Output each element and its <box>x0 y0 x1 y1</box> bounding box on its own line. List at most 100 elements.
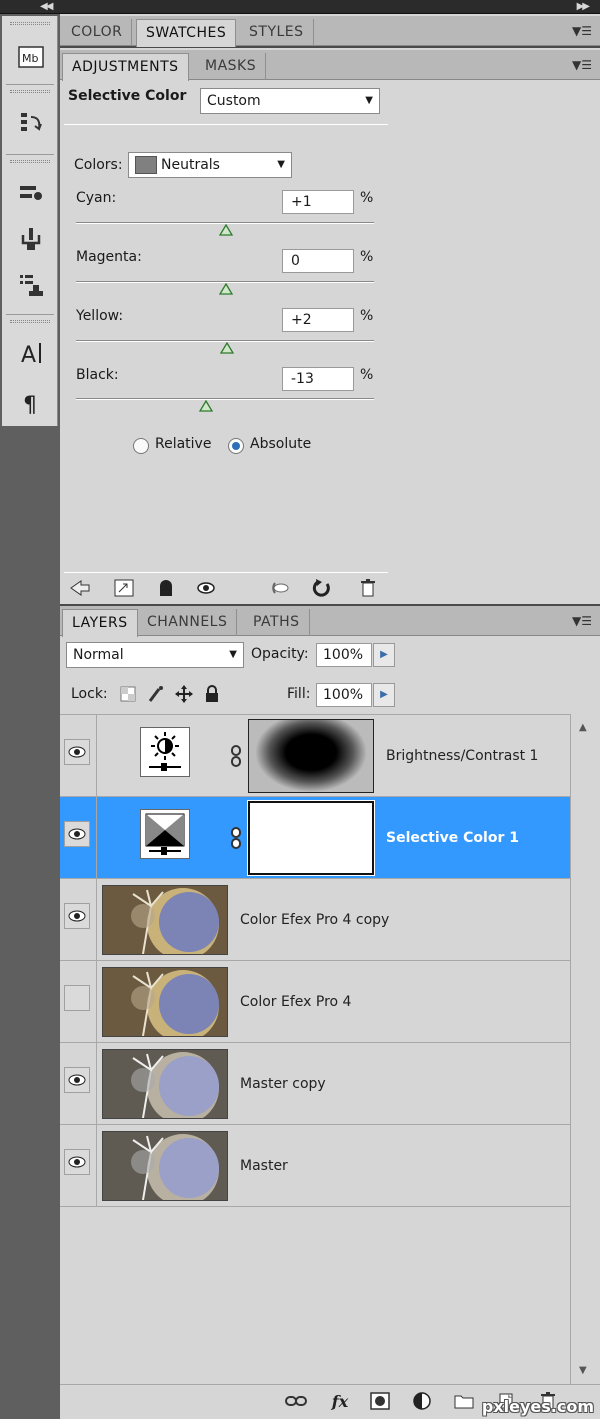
tab-layers[interactable]: LAYERS <box>62 609 138 637</box>
visibility-toggle[interactable] <box>64 739 90 765</box>
eye-icon[interactable] <box>192 576 220 600</box>
tab-channels[interactable]: CHANNELS <box>138 609 238 636</box>
lock-pixels-icon[interactable] <box>144 682 168 706</box>
fill-label: Fill: <box>287 686 311 702</box>
layer-name[interactable]: Master copy <box>240 1076 326 1092</box>
tab-adjustments[interactable]: ADJUSTMENTS <box>62 53 189 81</box>
tab-color[interactable]: COLOR <box>62 19 133 46</box>
lock-all-icon[interactable] <box>200 682 224 706</box>
strip-grip[interactable] <box>10 22 50 25</box>
paragraph-icon[interactable]: ¶ <box>16 388 46 418</box>
svg-text:A: A <box>21 343 36 367</box>
layer-name[interactable]: Color Efex Pro 4 copy <box>240 912 389 928</box>
column-separator <box>96 961 97 1043</box>
layers-panel: LAYERS CHANNELS PATHS ▼☰ Normal ▼ Opacit… <box>60 606 600 1419</box>
layer-mask-thumbnail[interactable] <box>248 719 374 793</box>
yellow-input[interactable]: +2 <box>282 308 354 332</box>
panel-menu-icon[interactable]: ▼☰ <box>572 58 592 72</box>
layer-row[interactable]: Brightness/Contrast 1 <box>60 715 570 797</box>
panel-menu-icon[interactable]: ▼☰ <box>572 24 592 38</box>
layer-name[interactable]: Master <box>240 1158 288 1174</box>
strip-grip[interactable] <box>10 160 50 163</box>
scroll-down-icon[interactable]: ▼ <box>579 1365 587 1376</box>
black-slider-thumb[interactable] <box>199 400 213 412</box>
colors-dropdown[interactable]: Neutrals ▼ <box>128 152 292 178</box>
panel-menu-icon[interactable]: ▼☰ <box>572 614 592 628</box>
preset-value: Custom <box>207 93 261 109</box>
expand-panels-icon[interactable]: ▶▶ <box>577 0 590 14</box>
visibility-toggle[interactable] <box>64 1067 90 1093</box>
layers-scrollbar[interactable]: ▲ ▼ <box>570 714 600 1384</box>
strip-grip[interactable] <box>10 320 50 323</box>
clip-to-layer-icon[interactable] <box>152 576 180 600</box>
layer-name[interactable]: Brightness/Contrast 1 <box>386 748 538 764</box>
tab-paths[interactable]: PATHS <box>244 609 310 636</box>
brush-presets-icon[interactable] <box>16 178 46 208</box>
layer-thumbnail[interactable] <box>102 967 228 1037</box>
layer-row[interactable]: Color Efex Pro 4 <box>60 961 570 1043</box>
opacity-input[interactable]: 100% <box>316 643 372 667</box>
top-tab-row: COLOR SWATCHES STYLES ▼☰ <box>60 16 600 47</box>
strip-grip[interactable] <box>10 90 50 93</box>
history-icon[interactable] <box>16 108 46 138</box>
character-icon[interactable]: A <box>16 338 46 368</box>
selective-color-icon[interactable] <box>140 809 190 859</box>
layer-thumbnail[interactable] <box>102 885 228 955</box>
cyan-input[interactable]: +1 <box>282 190 354 214</box>
relative-label[interactable]: Relative <box>155 436 211 452</box>
collapse-icons-icon[interactable]: ◀◀ <box>40 0 53 14</box>
link-layers-icon[interactable] <box>282 1389 310 1413</box>
magenta-label: Magenta: <box>76 249 142 265</box>
new-group-icon[interactable] <box>450 1389 478 1413</box>
layer-row[interactable]: Master copy <box>60 1043 570 1125</box>
opacity-stepper[interactable]: ▶ <box>373 643 395 667</box>
layer-thumbnail[interactable] <box>102 1131 228 1201</box>
visibility-toggle[interactable] <box>64 985 90 1011</box>
tab-swatches[interactable]: SWATCHES <box>136 19 237 47</box>
magenta-slider-thumb[interactable] <box>219 283 233 295</box>
brightness-contrast-icon[interactable] <box>140 727 190 777</box>
new-adjustment-layer-icon[interactable] <box>408 1389 436 1413</box>
reset-icon[interactable] <box>308 576 336 600</box>
tool-presets-icon[interactable] <box>16 270 46 300</box>
fill-input[interactable]: 100% <box>316 683 372 707</box>
yellow-slider-thumb[interactable] <box>220 342 234 354</box>
link-chain-icon[interactable] <box>230 745 242 767</box>
black-input[interactable]: -13 <box>282 367 354 391</box>
trash-icon[interactable] <box>354 576 382 600</box>
layer-row[interactable]: Selective Color 1 <box>60 797 570 879</box>
layer-style-icon[interactable]: fx <box>326 1389 354 1413</box>
back-arrow-icon[interactable] <box>66 576 94 600</box>
layers-tab-row: LAYERS CHANNELS PATHS ▼☰ <box>60 606 600 637</box>
link-chain-icon[interactable] <box>230 827 242 849</box>
magenta-input[interactable]: 0 <box>282 249 354 273</box>
tab-styles[interactable]: STYLES <box>240 19 314 46</box>
preset-dropdown[interactable]: Custom ▼ <box>200 88 380 114</box>
mini-bridge-icon[interactable]: Mb <box>16 42 46 72</box>
view-previous-icon[interactable] <box>266 576 294 600</box>
expand-view-icon[interactable] <box>110 576 138 600</box>
scroll-up-icon[interactable]: ▲ <box>579 722 587 733</box>
color-swatches-styles-panel: COLOR SWATCHES STYLES ▼☰ <box>60 14 600 47</box>
layer-thumbnail[interactable] <box>102 1049 228 1119</box>
black-slider-track[interactable] <box>76 398 374 400</box>
cyan-slider-thumb[interactable] <box>219 224 233 236</box>
blend-mode-dropdown[interactable]: Normal ▼ <box>66 642 244 668</box>
absolute-radio[interactable] <box>228 438 244 454</box>
visibility-toggle[interactable] <box>64 903 90 929</box>
layer-name[interactable]: Selective Color 1 <box>386 830 519 846</box>
fill-stepper[interactable]: ▶ <box>373 683 395 707</box>
layer-row[interactable]: Color Efex Pro 4 copy <box>60 879 570 961</box>
visibility-toggle[interactable] <box>64 821 90 847</box>
lock-position-icon[interactable] <box>172 682 196 706</box>
tab-masks[interactable]: MASKS <box>196 53 267 80</box>
layer-name[interactable]: Color Efex Pro 4 <box>240 994 351 1010</box>
relative-radio[interactable] <box>133 438 149 454</box>
layer-mask-thumbnail[interactable] <box>247 800 375 876</box>
clone-source-icon[interactable] <box>16 224 46 254</box>
visibility-toggle[interactable] <box>64 1149 90 1175</box>
lock-transparency-icon[interactable] <box>116 682 140 706</box>
add-mask-icon[interactable] <box>366 1389 394 1413</box>
layer-row[interactable]: Master <box>60 1125 570 1207</box>
absolute-label[interactable]: Absolute <box>250 436 311 452</box>
